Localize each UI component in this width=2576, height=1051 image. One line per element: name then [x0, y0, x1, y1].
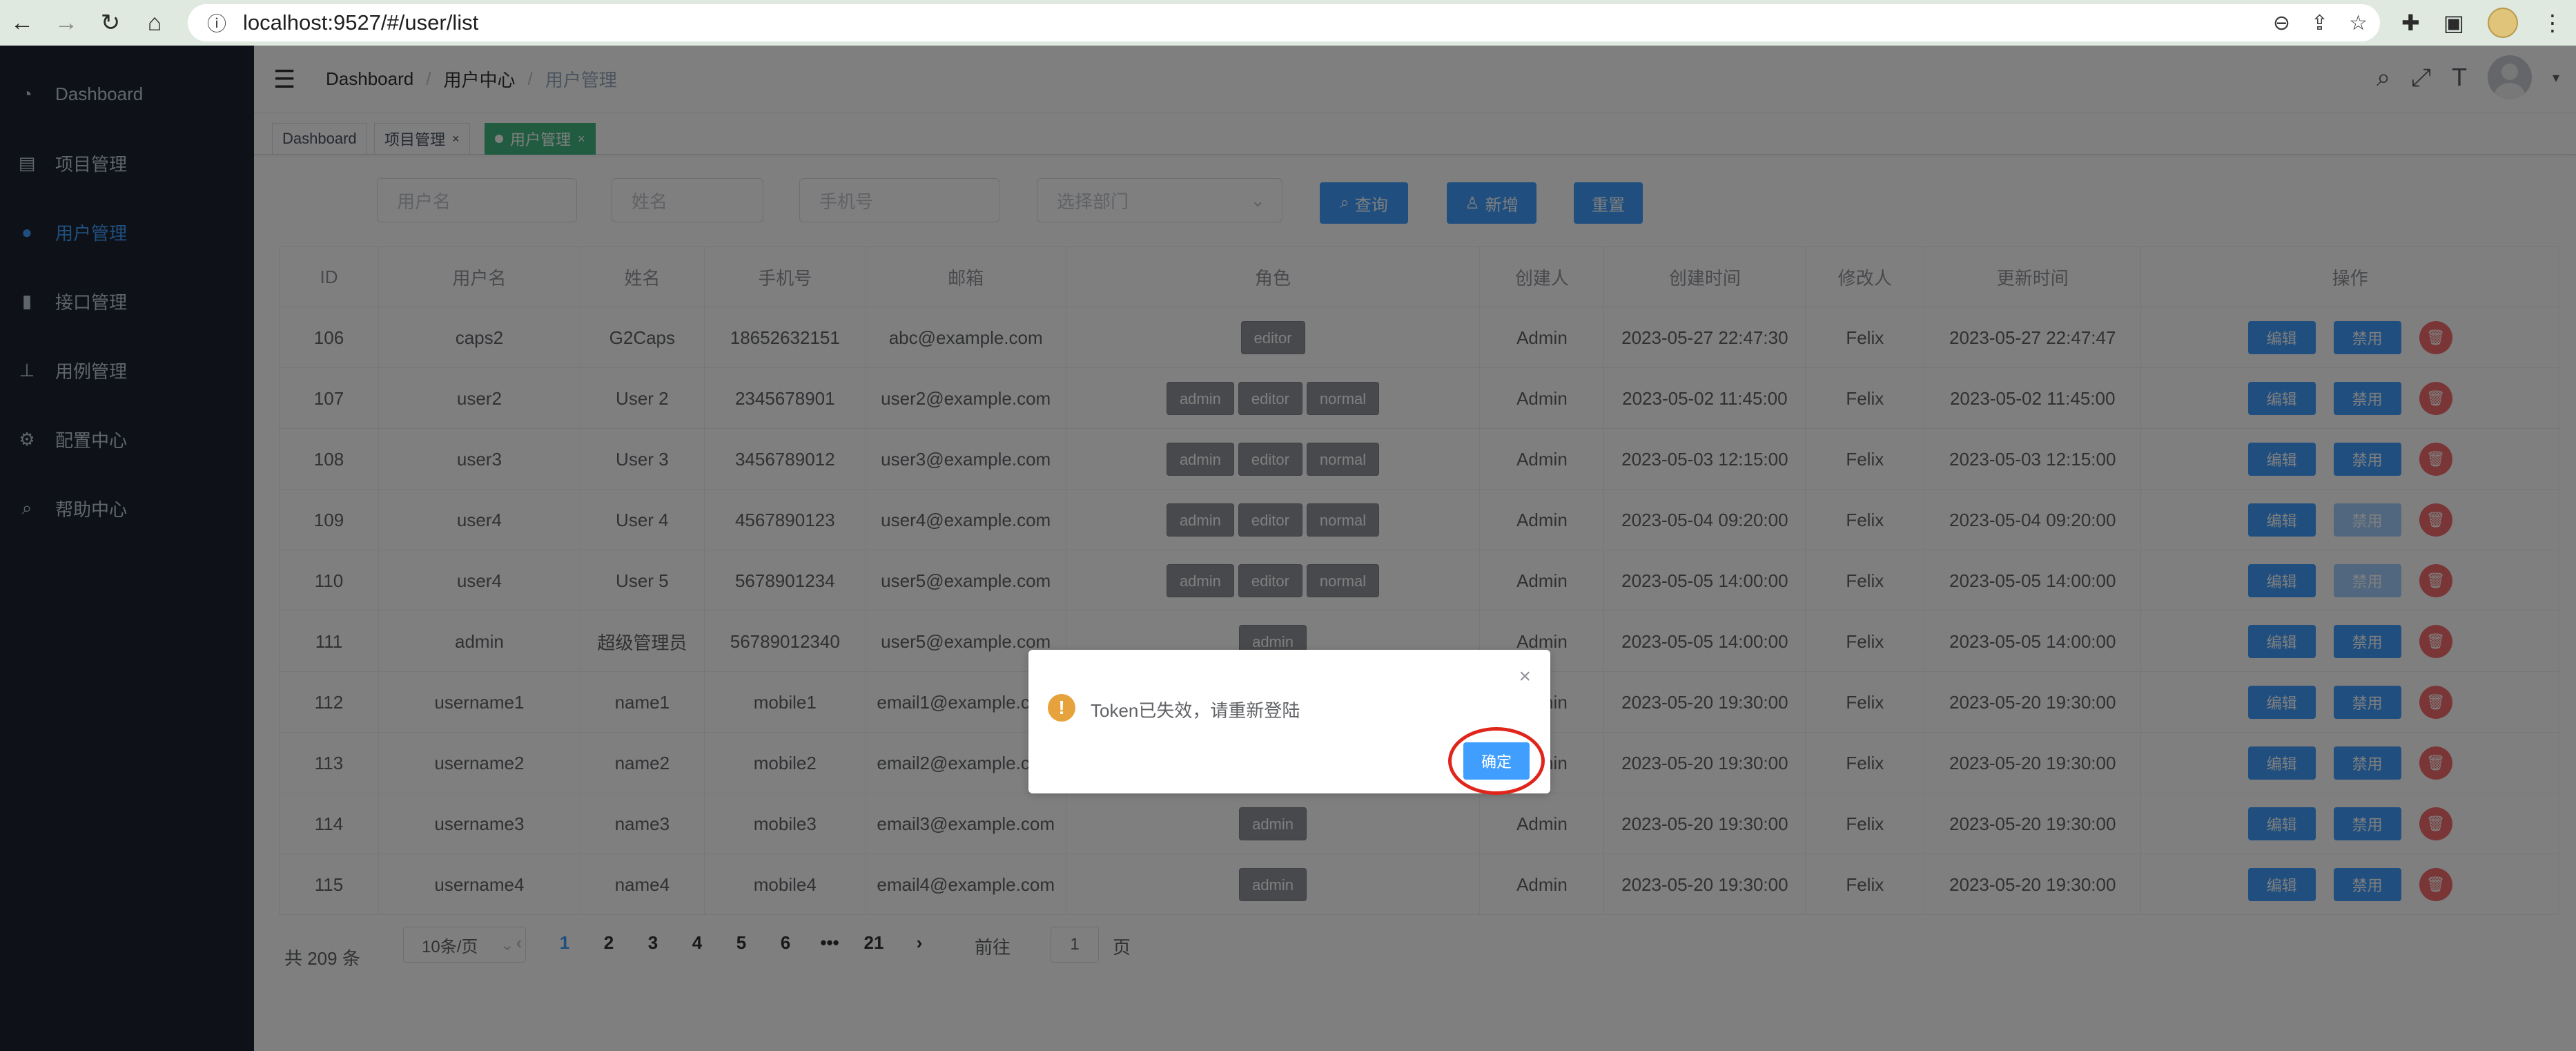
- token-expired-dialog: × ! Token已失效，请重新登陆 确定: [1028, 650, 1550, 795]
- modal-overlay[interactable]: [0, 46, 2576, 1051]
- warning-icon: !: [1048, 694, 1075, 722]
- browser-toolbar: ← → ↻ ⌂ ⓘ localhost:9527/#/user/list ⊖ ⇪…: [0, 0, 2576, 46]
- share-icon[interactable]: ⇪: [2311, 11, 2328, 35]
- bookmark-star-icon[interactable]: ☆: [2349, 11, 2368, 35]
- zoom-icon[interactable]: ⊖: [2273, 11, 2290, 35]
- home-icon[interactable]: ⌂: [133, 0, 177, 46]
- forward-arrow-icon[interactable]: →: [44, 0, 88, 46]
- reload-icon[interactable]: ↻: [88, 0, 133, 46]
- url-text: localhost:9527/#/user/list: [243, 10, 479, 35]
- close-icon[interactable]: ×: [1519, 665, 1531, 688]
- back-arrow-icon[interactable]: ←: [0, 0, 44, 46]
- highlight-ring: [1448, 727, 1545, 795]
- profile-avatar[interactable]: [2488, 8, 2518, 38]
- address-bar[interactable]: ⓘ localhost:9527/#/user/list ⊖ ⇪ ☆: [188, 4, 2380, 41]
- extensions-icon[interactable]: ✚: [2401, 10, 2420, 36]
- dialog-message: Token已失效，请重新登陆: [1091, 700, 1300, 721]
- menu-kebab-icon[interactable]: ⋮: [2541, 10, 2564, 36]
- side-panel-icon[interactable]: ▣: [2443, 10, 2464, 36]
- site-info-icon[interactable]: ⓘ: [197, 9, 236, 37]
